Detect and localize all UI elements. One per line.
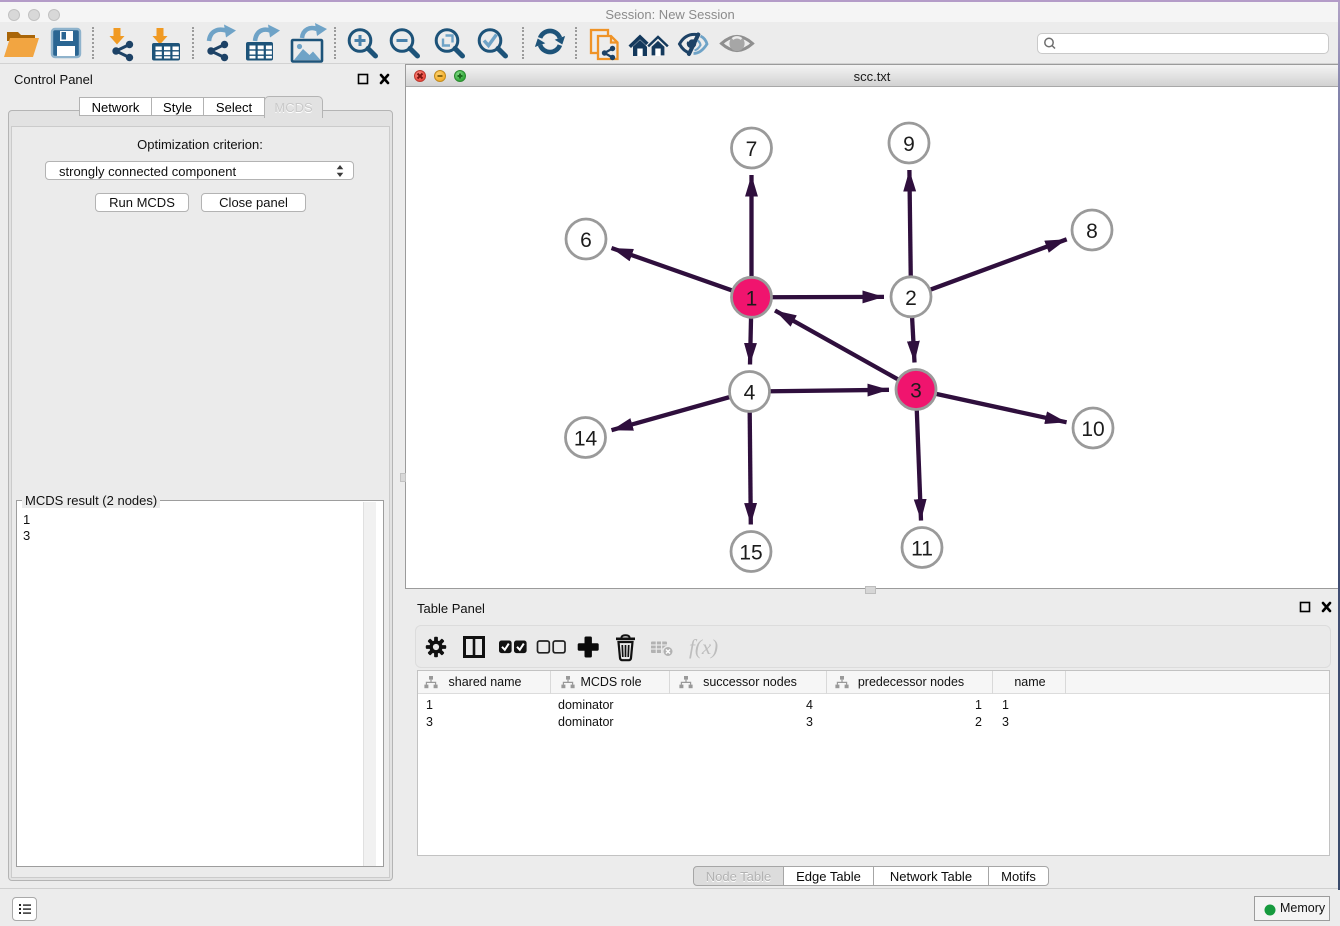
svg-text:3: 3 [910,380,922,403]
svg-text:f(x): f(x) [689,635,718,659]
svg-text:15: 15 [739,542,762,565]
svg-text:1: 1 [746,287,758,310]
svg-text:8: 8 [1086,220,1098,243]
svg-text:10: 10 [1081,418,1104,441]
svg-text:4: 4 [744,382,756,405]
svg-text:14: 14 [574,428,598,451]
svg-text:2: 2 [905,287,917,310]
svg-text:11: 11 [911,538,933,561]
svg-text:6: 6 [580,229,592,252]
svg-text:7: 7 [746,138,758,161]
svg-text:9: 9 [903,133,915,156]
